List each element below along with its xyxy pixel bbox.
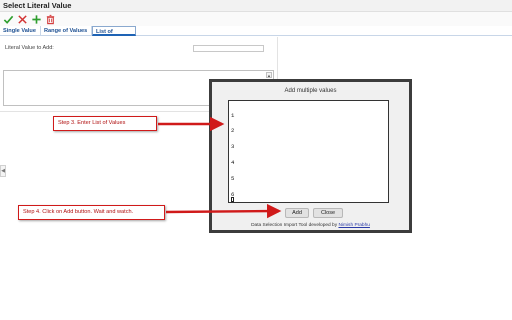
delete-trash-icon[interactable] [45, 14, 56, 25]
tab-list-of-values[interactable]: List of Values [92, 26, 136, 45]
collapse-handle-icon[interactable]: ◀ [0, 165, 6, 177]
add-button[interactable]: Add [285, 208, 309, 218]
value-line-last: 6 [231, 191, 258, 203]
title-bar: Select Literal Value [0, 0, 512, 12]
add-multiple-values-dialog: Add multiple values 1 2 3 4 5 6 Add Clos… [209, 79, 412, 233]
values-textarea[interactable]: 1 2 3 4 5 6 [228, 100, 389, 203]
text-caret [231, 197, 234, 203]
add-plus-icon[interactable] [31, 14, 42, 25]
credit-line: Data Selection Import Tool developed by … [212, 223, 409, 228]
literal-value-input[interactable] [193, 45, 264, 52]
dialog-title: Add multiple values [284, 88, 337, 94]
step3-callout: Step 3. Enter List of Values [53, 116, 157, 131]
scroll-up-icon[interactable]: ▲ [266, 72, 272, 78]
tab-bar: Single Value Range of Values List of Val… [0, 26, 512, 45]
step4-callout: Step 4. Click on Add button. Wait and wa… [18, 205, 165, 220]
values-lines: 1 2 3 4 5 6 [231, 102, 258, 213]
confirm-check-icon[interactable] [3, 14, 14, 25]
literal-value-label: Literal Value to Add: [5, 45, 54, 51]
value-line: 1 [231, 111, 235, 119]
author-link[interactable]: Nimish Prabhu [338, 223, 369, 228]
value-line: 3 [231, 143, 235, 151]
tab-single-value[interactable]: Single Value [0, 26, 41, 36]
page: Select Literal Value Single Value Range … [0, 0, 512, 320]
tab-range-of-values[interactable]: Range of Values [41, 26, 92, 36]
close-button[interactable]: Close [313, 208, 343, 218]
cancel-x-icon[interactable] [17, 14, 28, 25]
value-line: 5 [231, 175, 235, 183]
value-line: 2 [231, 127, 235, 135]
window-title: Select Literal Value [3, 1, 72, 10]
toolbar [0, 12, 512, 26]
value-line: 6 [231, 191, 235, 199]
credit-text: Data Selection Import Tool developed by [251, 223, 339, 228]
value-line: 4 [231, 159, 235, 167]
